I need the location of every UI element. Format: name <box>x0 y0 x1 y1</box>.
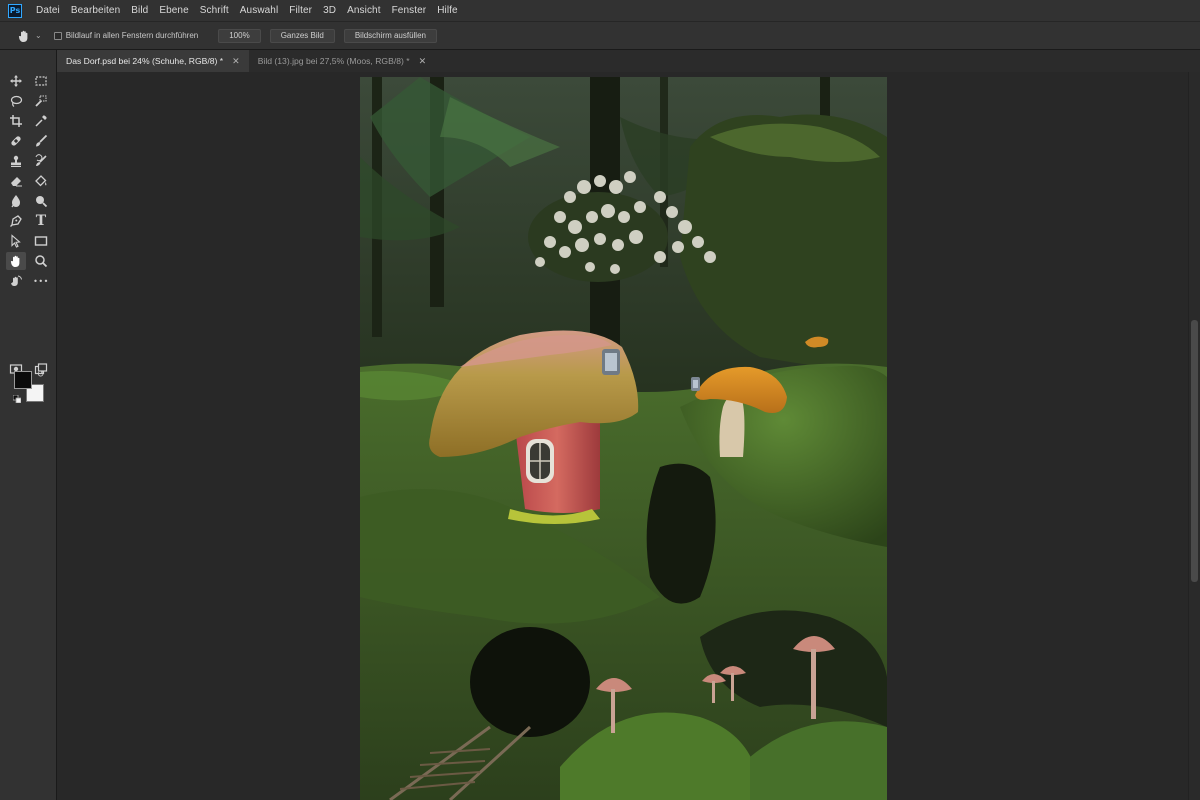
options-bar: ⌄ Bildlauf in allen Fenstern durchführen… <box>0 22 1200 50</box>
menu-ebene[interactable]: Ebene <box>159 5 188 16</box>
fit-screen-button[interactable]: Ganzes Bild <box>269 28 335 43</box>
menu-schrift[interactable]: Schrift <box>200 5 229 16</box>
close-tab-icon[interactable]: ✕ <box>232 56 240 67</box>
zoom-100-button[interactable]: 100% <box>218 28 261 43</box>
rectangle-tool-icon[interactable] <box>31 232 51 250</box>
tab-bild-13[interactable]: Bild (13).jpg bei 27,5% (Moos, RGB/8) * … <box>248 50 436 72</box>
path-selection-tool-icon[interactable] <box>6 232 26 250</box>
type-tool-glyph: T <box>35 213 47 229</box>
scroll-all-windows-checkbox[interactable] <box>53 31 62 40</box>
stamp-tool-icon[interactable] <box>6 152 26 170</box>
scrollbar-thumb[interactable] <box>1191 320 1198 582</box>
menu-filter[interactable]: Filter <box>289 5 312 16</box>
tab-label: Bild (13).jpg bei 27,5% (Moos, RGB/8) * <box>257 56 410 66</box>
photoshop-logo-icon: Ps <box>8 3 22 18</box>
canvas-area[interactable] <box>57 72 1188 800</box>
tab-label: Das Dorf.psd bei 24% (Schuhe, RGB/8) * <box>66 56 224 66</box>
brush-tool-icon[interactable] <box>31 132 51 150</box>
paint-bucket-tool-icon[interactable] <box>31 172 51 190</box>
default-colors-icon[interactable] <box>13 395 21 403</box>
menu-fenster[interactable]: Fenster <box>392 5 427 16</box>
preset-dropdown-chevron-icon[interactable]: ⌄ <box>35 31 42 40</box>
photoshop-window: Ps Datei Bearbeiten Bild Ebene Schrift A… <box>0 0 1200 800</box>
history-brush-tool-icon[interactable] <box>31 152 51 170</box>
hand-tool-preset-icon[interactable] <box>16 28 32 44</box>
menu-bearbeiten[interactable]: Bearbeiten <box>71 5 120 16</box>
eraser-tool-icon[interactable] <box>6 172 26 190</box>
menu-ansicht[interactable]: Ansicht <box>347 5 381 16</box>
document-tabs: Das Dorf.psd bei 24% (Schuhe, RGB/8) * ✕… <box>57 50 1200 72</box>
menu-bar: Ps Datei Bearbeiten Bild Ebene Schrift A… <box>0 0 1200 22</box>
crop-tool-icon[interactable] <box>6 112 26 130</box>
menu-hilfe[interactable]: Hilfe <box>437 5 458 16</box>
forest-mushroom-scene-image <box>360 77 887 800</box>
menu-auswahl[interactable]: Auswahl <box>240 5 279 16</box>
tab-das-dorf[interactable]: Das Dorf.psd bei 24% (Schuhe, RGB/8) * ✕ <box>57 50 249 72</box>
type-tool-icon[interactable]: T <box>31 212 51 230</box>
edit-toolbar-icon[interactable]: ••• <box>31 272 51 290</box>
vertical-scrollbar[interactable] <box>1188 72 1200 800</box>
dodge-tool-icon[interactable] <box>31 192 51 210</box>
scroll-all-windows-label: Bildlauf in allen Fenstern durchführen <box>65 31 199 40</box>
healing-brush-tool-icon[interactable] <box>6 132 26 150</box>
pen-tool-icon[interactable] <box>6 212 26 230</box>
screen-mode-icon[interactable] <box>31 360 51 378</box>
more-tools-glyph: ••• <box>33 276 49 286</box>
blur-tool-icon[interactable] <box>6 192 26 210</box>
document-canvas-image[interactable] <box>360 77 887 800</box>
menu-3d[interactable]: 3D <box>323 5 336 16</box>
menu-bild[interactable]: Bild <box>131 5 148 16</box>
marquee-tool-icon[interactable] <box>31 72 51 90</box>
lasso-tool-icon[interactable] <box>6 92 26 110</box>
close-tab-icon[interactable]: ✕ <box>419 56 427 67</box>
quick-selection-tool-icon[interactable] <box>31 92 51 110</box>
zoom-tool-icon[interactable] <box>31 252 51 270</box>
hand-tool-icon[interactable] <box>6 252 26 270</box>
fill-screen-button[interactable]: Bildschirm ausfüllen <box>343 28 437 43</box>
move-tool-icon[interactable] <box>6 72 26 90</box>
foreground-color-swatch[interactable] <box>14 371 32 389</box>
menu-datei[interactable]: Datei <box>36 5 60 16</box>
tools-panel: T ••• ↺ <box>0 50 57 800</box>
eyedropper-tool-icon[interactable] <box>31 112 51 130</box>
rotate-view-tool-icon[interactable] <box>6 272 26 290</box>
